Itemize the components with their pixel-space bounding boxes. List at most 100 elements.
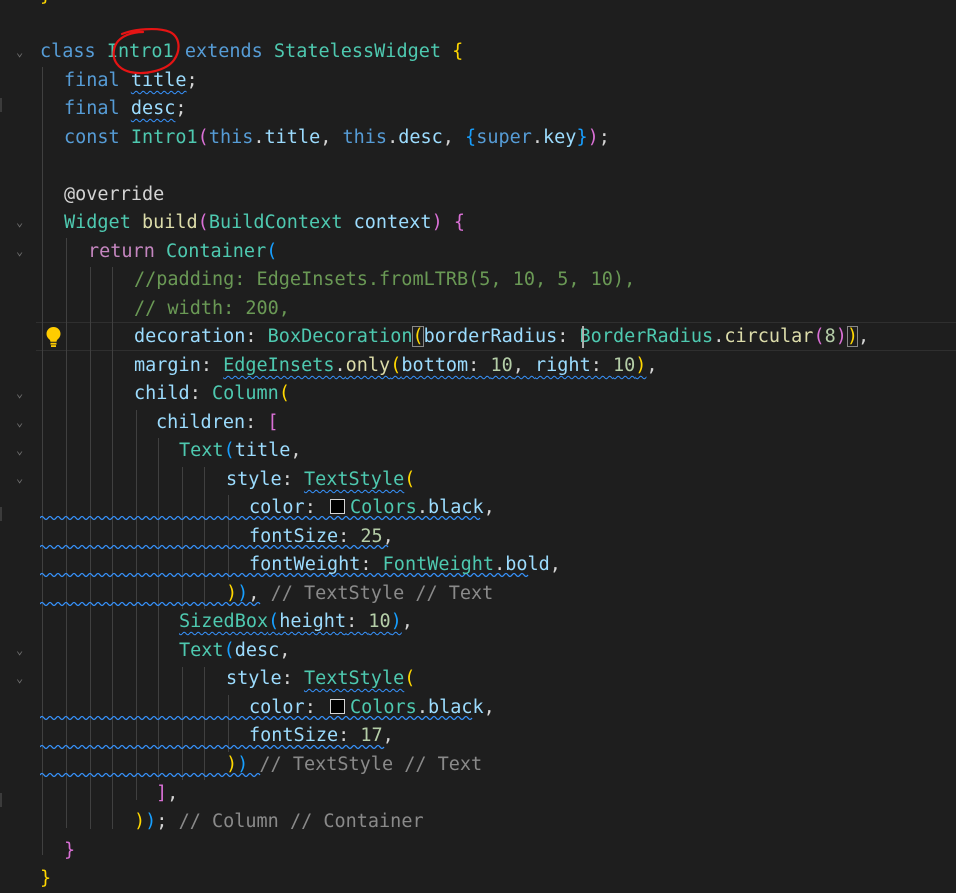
chevron-down-icon[interactable]: ⌄ xyxy=(16,216,28,228)
chevron-down-icon[interactable]: ⌄ xyxy=(16,644,28,656)
number-literal[interactable]: 25 xyxy=(360,526,382,547)
class-boxdecoration[interactable]: BoxDecoration xyxy=(268,326,413,347)
number-literal[interactable]: 10 xyxy=(368,611,390,632)
class-sizedbox[interactable]: SizedBox xyxy=(179,611,268,632)
code-line[interactable]: style: TextStyle( xyxy=(226,665,415,694)
color-swatch-icon[interactable] xyxy=(329,499,345,514)
closing-brace: } xyxy=(40,868,52,889)
code-line[interactable]: } xyxy=(40,865,51,893)
class-colors[interactable]: Colors xyxy=(350,697,417,718)
method-only[interactable]: only xyxy=(346,355,391,376)
class-text[interactable]: Text xyxy=(179,640,224,661)
param-right[interactable]: right xyxy=(535,355,591,376)
prop-decoration[interactable]: decoration xyxy=(134,326,245,347)
value-bold[interactable]: bold xyxy=(505,554,550,575)
code-line[interactable]: child: Column( xyxy=(134,380,290,409)
class-name[interactable]: Intro1 xyxy=(107,41,174,62)
prop-color[interactable]: color xyxy=(249,497,305,518)
code-line[interactable]: color: Colors.black, xyxy=(249,694,495,723)
prop-fontweight[interactable]: fontWeight xyxy=(249,554,360,575)
code-line[interactable]: return Container( xyxy=(88,238,277,267)
code-line[interactable]: //padding: EdgeInsets.fromLTRB(5, 10, 5,… xyxy=(134,266,635,295)
chevron-down-icon[interactable]: ⌄ xyxy=(16,672,28,684)
lightbulb-icon[interactable] xyxy=(45,326,62,348)
number-literal[interactable]: 10 xyxy=(490,355,512,376)
arg-title[interactable]: title xyxy=(235,440,291,461)
code-line[interactable]: )); // Column // Container xyxy=(134,808,424,837)
code-line[interactable]: } xyxy=(64,837,75,866)
code-line[interactable]: Text(title, xyxy=(179,437,302,466)
param-desc[interactable]: desc xyxy=(398,127,443,148)
method-build[interactable]: build xyxy=(142,212,198,233)
color-swatch-icon[interactable] xyxy=(329,699,345,714)
prop-child[interactable]: child xyxy=(134,383,190,404)
code-editor[interactable]: ⌄ ⌄ ⌄ ⌄ ⌄ ⌄ ⌄ ⌄ ⌄ } class Intro1 extends… xyxy=(0,0,956,893)
code-line[interactable]: children: [ xyxy=(156,409,279,438)
number-literal[interactable]: 8 xyxy=(825,326,836,347)
field-title[interactable]: title xyxy=(131,70,187,91)
param-context[interactable]: context xyxy=(354,212,432,233)
number-literal[interactable]: 17 xyxy=(360,725,382,746)
chevron-down-icon[interactable]: ⌄ xyxy=(16,444,28,456)
class-text[interactable]: Text xyxy=(179,440,224,461)
code-line[interactable]: )) // TextStyle // Text xyxy=(226,751,482,780)
code-line[interactable]: } xyxy=(40,0,51,11)
code-line[interactable]: color: Colors.black, xyxy=(249,494,495,523)
prop-children[interactable]: children xyxy=(156,412,245,433)
param-key[interactable]: key xyxy=(543,127,576,148)
chevron-down-icon[interactable]: ⌄ xyxy=(16,245,28,257)
code-line[interactable]: const Intro1(this.title, this.desc, {sup… xyxy=(64,124,610,153)
comma: , xyxy=(248,583,271,604)
class-container[interactable]: Container xyxy=(166,241,266,262)
code-line[interactable]: SizedBox(height: 10), xyxy=(179,608,413,637)
class-borderradius[interactable]: BorderRadius xyxy=(568,326,714,347)
class-fontweight[interactable]: FontWeight xyxy=(383,554,494,575)
code-line[interactable]: decoration: BoxDecoration(borderRadius: … xyxy=(134,323,869,352)
class-colors[interactable]: Colors xyxy=(350,497,417,518)
class-edgeinsets[interactable]: EdgeInsets xyxy=(223,355,334,376)
chevron-down-icon[interactable]: ⌄ xyxy=(16,416,28,428)
method-circular[interactable]: circular xyxy=(724,326,813,347)
chevron-down-icon[interactable]: ⌄ xyxy=(16,46,28,58)
prop-fontsize[interactable]: fontSize xyxy=(249,526,338,547)
code-line[interactable]: )), // TextStyle // Text xyxy=(226,580,493,609)
code-line[interactable]: final desc; xyxy=(64,95,187,124)
class-textstyle[interactable]: TextStyle xyxy=(304,469,404,490)
class-textstyle[interactable]: TextStyle xyxy=(304,668,404,689)
prop-margin[interactable]: margin xyxy=(134,355,201,376)
param-height[interactable]: height xyxy=(279,611,346,632)
prop-style[interactable]: style xyxy=(226,469,282,490)
bracket: [ xyxy=(267,412,279,433)
number-literal[interactable]: 10 xyxy=(613,355,635,376)
chevron-down-icon[interactable]: ⌄ xyxy=(16,387,28,399)
param-bottom[interactable]: bottom xyxy=(401,355,468,376)
code-line[interactable]: fontSize: 25, xyxy=(249,523,394,552)
prop-color[interactable]: color xyxy=(249,697,305,718)
value-black[interactable]: black xyxy=(428,497,484,518)
code-line[interactable]: fontWeight: FontWeight.bold, xyxy=(249,551,561,580)
prop-style[interactable]: style xyxy=(226,668,282,689)
constructor-name[interactable]: Intro1 xyxy=(131,127,198,148)
field-desc[interactable]: desc xyxy=(131,98,176,119)
code-line[interactable]: class Intro1 extends StatelessWidget { xyxy=(40,38,463,67)
code-line[interactable]: fontSize: 17, xyxy=(249,722,394,751)
code-line[interactable]: @override xyxy=(64,181,164,210)
code-line[interactable]: ], xyxy=(156,780,178,809)
code-line[interactable]: style: TextStyle( xyxy=(226,466,415,495)
superclass-name[interactable]: StatelessWidget xyxy=(274,41,441,62)
type-buildcontext[interactable]: BuildContext xyxy=(209,212,343,233)
code-line[interactable]: Widget build(BuildContext context) { xyxy=(64,209,465,238)
prop-fontsize[interactable]: fontSize xyxy=(249,725,338,746)
code-line[interactable]: margin: EdgeInsets.only(bottom: 10, righ… xyxy=(134,352,658,381)
chevron-down-icon[interactable]: ⌄ xyxy=(16,472,28,484)
code-line[interactable]: // width: 200, xyxy=(134,295,290,324)
code-line[interactable]: Text(desc, xyxy=(179,637,290,666)
arg-desc[interactable]: desc xyxy=(235,640,280,661)
class-column[interactable]: Column xyxy=(212,383,279,404)
type-widget[interactable]: Widget xyxy=(64,212,131,233)
value-black[interactable]: black xyxy=(428,697,484,718)
code-line[interactable]: final title; xyxy=(64,67,198,96)
paren: ) xyxy=(145,811,157,832)
param-title[interactable]: title xyxy=(265,127,321,148)
prop-borderradius[interactable]: borderRadius xyxy=(424,326,558,347)
